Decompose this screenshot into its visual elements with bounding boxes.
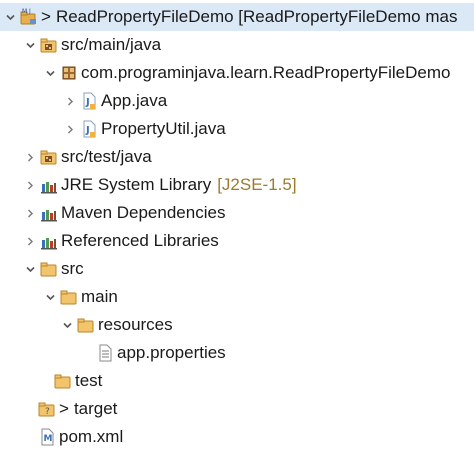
src-main-java-label: src/main/java: [61, 35, 162, 54]
tree-item-app-properties[interactable]: app.properties: [0, 339, 474, 367]
tree-item-jre-library[interactable]: JRE System Library [J2SE-1.5]: [0, 171, 474, 199]
folder-icon: ?: [38, 400, 56, 418]
tree-item-src[interactable]: src: [0, 255, 474, 283]
source-folder-icon: [40, 36, 58, 54]
maven-dependencies-label: Maven Dependencies: [61, 203, 226, 222]
tree-item-target[interactable]: ? > target: [0, 395, 474, 423]
chevron-right-icon[interactable]: [20, 143, 40, 171]
svg-text:J: J: [85, 125, 90, 136]
src-label: src: [61, 259, 84, 278]
chevron-down-icon[interactable]: [20, 31, 40, 59]
test-label: test: [75, 371, 103, 390]
project-dirty-marker: >: [41, 7, 51, 26]
svg-text:M: M: [44, 434, 53, 444]
library-icon: [40, 232, 58, 250]
java-file-icon: J: [80, 92, 98, 110]
library-icon: [40, 176, 58, 194]
svg-text:J: J: [85, 97, 90, 108]
library-icon: [40, 204, 58, 222]
app-properties-label: app.properties: [117, 343, 226, 362]
folder-icon: [54, 372, 72, 390]
chevron-right-icon[interactable]: [60, 87, 80, 115]
jre-library-label: JRE System Library: [61, 175, 212, 194]
chevron-down-icon[interactable]: [57, 311, 77, 339]
tree-item-maven-dependencies[interactable]: Maven Dependencies: [0, 199, 474, 227]
chevron-down-icon[interactable]: [20, 255, 40, 283]
chevron-down-icon[interactable]: [0, 3, 20, 31]
package-icon: [60, 64, 78, 82]
properties-file-icon: [96, 344, 114, 362]
xml-file-icon: M: [38, 428, 56, 446]
tree-item-project[interactable]: M J > ReadPropertyFileDemo [ReadProperty…: [0, 3, 474, 31]
target-label: target: [73, 399, 118, 418]
main-label: main: [81, 287, 118, 306]
tree-item-main[interactable]: main: [0, 283, 474, 311]
pom-label: pom.xml: [59, 427, 124, 446]
jre-version-decoration: [J2SE-1.5]: [217, 175, 297, 194]
chevron-right-icon[interactable]: [60, 115, 80, 143]
chevron-right-icon[interactable]: [20, 171, 40, 199]
source-folder-icon: [40, 148, 58, 166]
folder-icon: [60, 288, 78, 306]
chevron-down-icon[interactable]: [40, 59, 60, 87]
target-dirty-marker: >: [59, 399, 69, 418]
resources-label: resources: [98, 315, 173, 334]
property-util-label: PropertyUtil.java: [101, 119, 226, 138]
project-label: ReadPropertyFileDemo [ReadPropertyFileDe…: [55, 7, 458, 26]
tree-item-pom[interactable]: M pom.xml: [0, 423, 474, 451]
tree-item-package[interactable]: com.programinjava.learn.ReadPropertyFile…: [0, 59, 474, 87]
tree-item-test[interactable]: test: [0, 367, 474, 395]
referenced-libraries-label: Referenced Libraries: [61, 231, 219, 250]
project-explorer-tree: M J > ReadPropertyFileDemo [ReadProperty…: [0, 0, 474, 454]
package-label: com.programinjava.learn.ReadPropertyFile…: [81, 63, 451, 82]
tree-item-src-test-java[interactable]: src/test/java: [0, 143, 474, 171]
tree-item-resources[interactable]: resources: [0, 311, 474, 339]
svg-text:M: M: [22, 8, 27, 15]
src-test-java-label: src/test/java: [61, 147, 152, 166]
svg-text:J: J: [28, 8, 31, 15]
svg-text:?: ?: [45, 407, 50, 417]
chevron-right-icon[interactable]: [20, 199, 40, 227]
chevron-down-icon[interactable]: [40, 283, 60, 311]
tree-item-referenced-libraries[interactable]: Referenced Libraries: [0, 227, 474, 255]
tree-item-property-util[interactable]: J PropertyUtil.java: [0, 115, 474, 143]
tree-item-src-main-java[interactable]: src/main/java: [0, 31, 474, 59]
java-file-icon: J: [80, 120, 98, 138]
chevron-right-icon[interactable]: [20, 227, 40, 255]
folder-icon: [77, 316, 95, 334]
app-java-label: App.java: [101, 91, 168, 110]
tree-item-app-java[interactable]: J App.java: [0, 87, 474, 115]
maven-project-icon: M J: [20, 8, 38, 26]
folder-icon: [40, 260, 58, 278]
